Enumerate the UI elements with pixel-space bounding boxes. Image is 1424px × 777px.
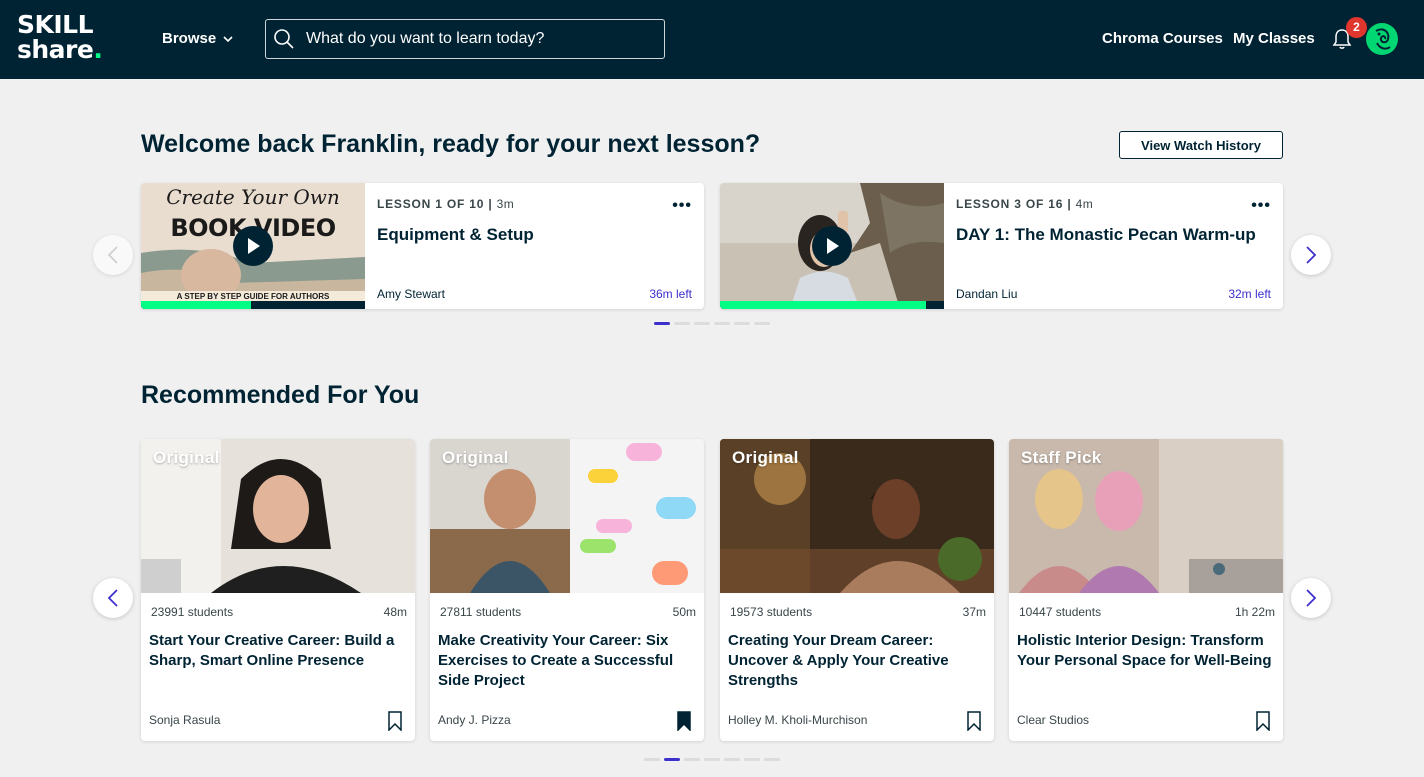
- pagination-dash[interactable]: [714, 322, 730, 325]
- avatar[interactable]: [1366, 23, 1398, 55]
- lesson-title[interactable]: Equipment & Setup: [377, 223, 677, 247]
- pagination-dash[interactable]: [754, 322, 770, 325]
- lesson-card[interactable]: Create Your Own BOOK VIDEO A STEP BY STE…: [141, 183, 704, 309]
- play-button[interactable]: [233, 226, 273, 266]
- student-count: 23991 students: [151, 605, 234, 619]
- course-thumbnail[interactable]: Original: [430, 439, 704, 593]
- pagination-dash[interactable]: [654, 322, 670, 325]
- pagination-dash[interactable]: [674, 322, 690, 325]
- course-card[interactable]: Original 19573 students 37m Creating You…: [720, 439, 994, 741]
- course-title[interactable]: Make Creativity Your Career: Six Exercis…: [438, 631, 696, 691]
- chevron-right-icon: [1306, 589, 1317, 607]
- pagination-dash[interactable]: [724, 758, 740, 761]
- continue-prev-button[interactable]: [93, 235, 133, 275]
- chevron-right-icon: [1306, 246, 1317, 264]
- course-duration: 1h 22m: [1234, 605, 1275, 619]
- view-watch-history-button[interactable]: View Watch History: [1119, 131, 1283, 159]
- skillshare-logo[interactable]: SKILL share.: [17, 10, 103, 64]
- play-icon: [248, 238, 260, 254]
- logo-line-2: share: [17, 35, 94, 64]
- welcome-heading: Welcome back Franklin, ready for your ne…: [141, 130, 761, 158]
- lesson-title[interactable]: DAY 1: The Monastic Pecan Warm-up: [956, 223, 1256, 247]
- student-count: 27811 students: [440, 605, 522, 619]
- notification-badge: 2: [1346, 17, 1367, 38]
- lesson-number: LESSON 3 OF 16: [956, 197, 1064, 211]
- course-teacher[interactable]: Holley M. Kholi-Murchison: [728, 713, 867, 727]
- lesson-time-left: 32m left: [1228, 287, 1271, 301]
- pagination-dash[interactable]: [664, 758, 680, 761]
- more-icon[interactable]: •••: [1251, 197, 1271, 215]
- course-duration: 50m: [672, 605, 696, 619]
- nav-my-classes[interactable]: My Classes: [1233, 28, 1315, 50]
- course-card[interactable]: Original 23991 students 48m Start Your C…: [141, 439, 415, 741]
- course-duration: 48m: [383, 605, 407, 619]
- lesson-meta: LESSON 1 OF 10 | 3m: [377, 197, 515, 211]
- bookmark-icon[interactable]: [1255, 711, 1271, 731]
- search-icon: [274, 29, 294, 49]
- student-count: 19573 students: [730, 605, 813, 619]
- lesson-teacher[interactable]: Amy Stewart: [377, 287, 445, 301]
- original-tag: Original: [442, 448, 509, 467]
- chevron-down-icon: [223, 36, 233, 43]
- course-card[interactable]: Original 27811 students 50m Make Creativ…: [430, 439, 704, 741]
- nav-chroma-courses[interactable]: Chroma Courses: [1102, 28, 1223, 50]
- play-button[interactable]: [812, 226, 852, 266]
- lesson-time-left: 36m left: [649, 287, 692, 301]
- pagination-dash[interactable]: [684, 758, 700, 761]
- staff-pick-tag: Staff Pick: [1021, 448, 1102, 467]
- recommended-prev-button[interactable]: [93, 578, 133, 618]
- more-icon[interactable]: •••: [672, 197, 692, 215]
- chevron-left-icon: [107, 589, 118, 607]
- lesson-card[interactable]: LESSON 3 OF 16 | 4m ••• DAY 1: The Monas…: [720, 183, 1283, 309]
- pagination-dash[interactable]: [694, 322, 710, 325]
- course-title[interactable]: Creating Your Dream Career: Uncover & Ap…: [728, 631, 986, 691]
- bookmark-icon[interactable]: [676, 711, 692, 731]
- browse-menu[interactable]: Browse: [162, 28, 234, 50]
- course-card[interactable]: Staff Pick 10447 students 1h 22m Holisti…: [1009, 439, 1283, 741]
- course-teacher[interactable]: Clear Studios: [1017, 713, 1089, 727]
- continue-next-button[interactable]: [1291, 235, 1331, 275]
- pagination-dash[interactable]: [704, 758, 720, 761]
- lesson-progress-bar: [720, 301, 944, 309]
- lesson-meta: LESSON 3 OF 16 | 4m: [956, 197, 1094, 211]
- course-thumbnail[interactable]: Staff Pick: [1009, 439, 1283, 593]
- pagination-dash[interactable]: [644, 758, 660, 761]
- pagination-dash[interactable]: [744, 758, 760, 761]
- browse-label: Browse: [162, 30, 217, 47]
- chevron-left-icon: [107, 246, 118, 264]
- original-tag: Original: [153, 448, 220, 467]
- lesson-duration: 4m: [1075, 197, 1094, 211]
- course-title[interactable]: Start Your Creative Career: Build a Shar…: [149, 631, 407, 671]
- recommended-pagination: [644, 758, 780, 761]
- continue-pagination: [654, 322, 770, 325]
- logo-line-1: SKILL: [17, 10, 94, 39]
- recommended-next-button[interactable]: [1291, 578, 1331, 618]
- lesson-teacher[interactable]: Dandan Liu: [956, 287, 1017, 301]
- course-thumbnail[interactable]: Original: [720, 439, 994, 593]
- search-box[interactable]: [265, 19, 665, 59]
- top-navbar: SKILL share. Browse Chroma Courses My Cl…: [0, 0, 1424, 79]
- course-title[interactable]: Holistic Interior Design: Transform Your…: [1017, 631, 1275, 671]
- lesson-thumbnail[interactable]: [720, 183, 944, 309]
- course-teacher[interactable]: Sonja Rasula: [149, 713, 220, 727]
- bookmark-icon[interactable]: [966, 711, 982, 731]
- pagination-dash[interactable]: [764, 758, 780, 761]
- thumb-line-1: Create Your Own: [166, 185, 340, 209]
- student-count: 10447 students: [1019, 605, 1102, 619]
- original-tag: Original: [732, 448, 799, 467]
- lesson-progress-bar: [141, 301, 365, 309]
- search-input[interactable]: [306, 30, 646, 48]
- course-thumbnail[interactable]: Original: [141, 439, 415, 593]
- lesson-thumbnail[interactable]: Create Your Own BOOK VIDEO A STEP BY STE…: [141, 183, 365, 309]
- thumb-caption: A STEP BY STEP GUIDE FOR AUTHORS: [176, 292, 330, 301]
- play-icon: [827, 238, 839, 254]
- lesson-number: LESSON 1 OF 10: [377, 197, 485, 211]
- recommended-heading: Recommended For You: [141, 381, 420, 409]
- bookmark-icon[interactable]: [387, 711, 403, 731]
- lesson-duration: 3m: [496, 197, 515, 211]
- course-duration: 37m: [962, 605, 986, 619]
- course-teacher[interactable]: Andy J. Pizza: [438, 713, 511, 727]
- pagination-dash[interactable]: [734, 322, 750, 325]
